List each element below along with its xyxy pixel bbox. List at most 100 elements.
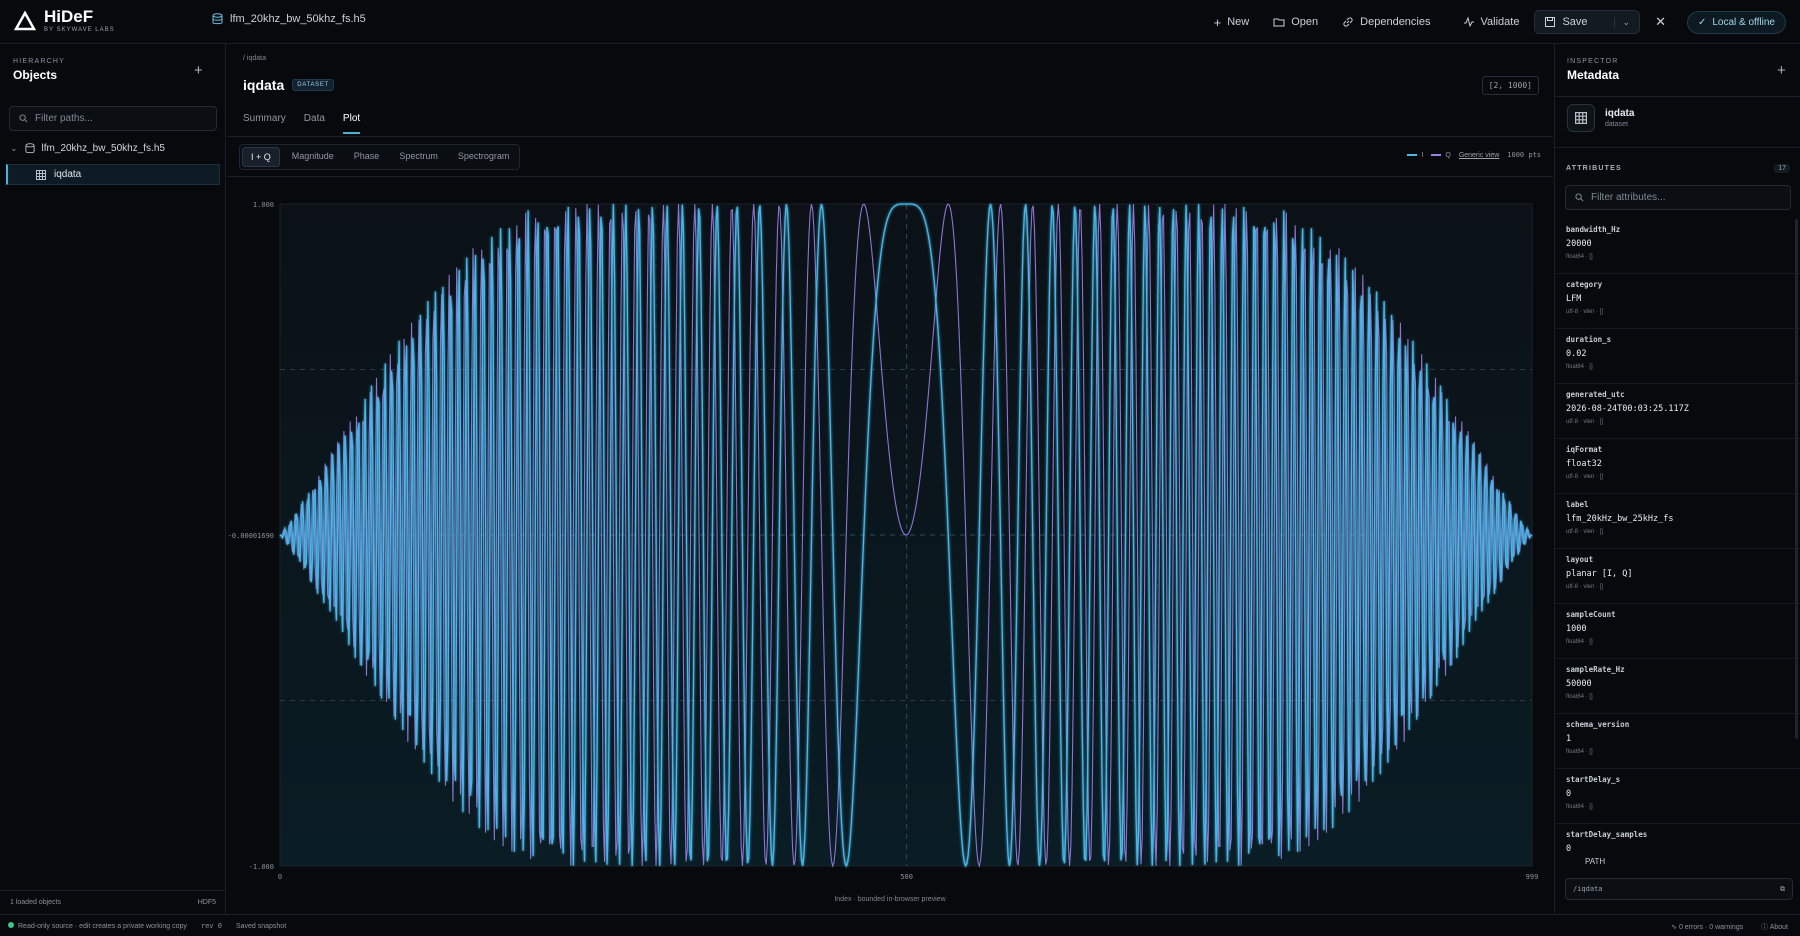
attribute-row[interactable]: layout planar [I, Q] utf-8 · vlen · []	[1555, 549, 1800, 604]
attribute-row[interactable]: schema_version 1 float64 · []	[1555, 714, 1800, 769]
inspector-title: Metadata	[1567, 68, 1620, 82]
iq-plot[interactable]: 1.000 -0.00001690 -1.000 0 500 999	[227, 179, 1553, 914]
table-icon	[1567, 104, 1595, 132]
inspector-section-label: INSPECTOR	[1567, 58, 1619, 65]
dependencies-label: Dependencies	[1360, 16, 1431, 28]
tree-dataset-node[interactable]: iqdata	[6, 164, 220, 185]
scrollbar[interactable]	[1795, 219, 1798, 739]
validate-button[interactable]: Validate	[1454, 10, 1529, 34]
readonly-label: Read-only source · edit creates a privat…	[18, 923, 187, 930]
attribute-value: 0.02	[1566, 349, 1587, 359]
y-tick-label: -0.00001690	[228, 532, 274, 540]
attribute-type: utf-8 · vlen · []	[1566, 474, 1604, 480]
attribute-list: bandwidth_Hz 20000 float64 · [] category LFM…	[1555, 219, 1800, 859]
divider	[1555, 96, 1800, 97]
copy-icon[interactable]: ⧉	[1780, 885, 1785, 894]
add-object-button[interactable]: +	[194, 62, 203, 79]
mode-label: Local & offline	[1712, 16, 1775, 28]
mode-pill[interactable]: ✓ Local & offline	[1686, 10, 1786, 34]
pulse-icon: ∿	[1671, 924, 1679, 931]
view-spectrum-button[interactable]: Spectrum	[391, 147, 446, 167]
tab-plot[interactable]: Plot	[342, 113, 361, 134]
close-icon: ✕	[1655, 14, 1666, 29]
hierarchy-panel: HIERARCHY Objects + Filter paths... ⌄ lf…	[0, 44, 226, 914]
view-iq-button[interactable]: I + Q	[242, 147, 280, 167]
open-button[interactable]: Open	[1264, 10, 1327, 34]
attribute-row[interactable]: startDelay_samples0float64 · []	[1555, 824, 1800, 859]
info-icon: ⓘ	[1761, 924, 1770, 931]
logo-icon	[14, 9, 36, 30]
legend-i-label: I	[1421, 151, 1424, 159]
object-name: iqdata	[1605, 108, 1635, 119]
attribute-row[interactable]: duration_s 0.02 float64 · []	[1555, 329, 1800, 384]
x-axis-caption: Index · bounded in-browser preview	[834, 896, 946, 903]
attribute-filter-input[interactable]: Filter attributes...	[1565, 185, 1791, 210]
tab-summary[interactable]: Summary	[243, 113, 286, 134]
new-label: New	[1227, 16, 1250, 28]
attribute-row[interactable]: bandwidth_Hz 20000 float64 · []	[1555, 219, 1800, 274]
tab-data[interactable]: Data	[304, 113, 325, 134]
attribute-type: float64 · []	[1566, 364, 1593, 370]
search-icon	[19, 114, 28, 123]
attribute-type: utf-8 · vlen · []	[1566, 419, 1604, 425]
new-button[interactable]: + New	[1205, 9, 1259, 36]
view-phase-button[interactable]: Phase	[346, 147, 388, 167]
attribute-type: utf-8 · vlen · []	[1566, 584, 1604, 590]
loaded-count: 1 loaded objects	[10, 899, 61, 906]
path-filter-input[interactable]: Filter paths...	[9, 106, 217, 131]
save-button[interactable]: Save ⌄	[1534, 10, 1641, 34]
path-filter-placeholder: Filter paths...	[35, 113, 93, 124]
attribute-value: 2026-08-24T00:03:25.117Z	[1566, 404, 1689, 414]
app-subtitle: BY SKYWAVE LABS	[44, 27, 115, 33]
attribute-type: utf-8 · vlen · []	[1566, 309, 1604, 315]
y-tick-label: -1.000	[249, 863, 274, 871]
x-tick-label: 999	[1526, 873, 1539, 881]
y-tick-label: 1.000	[253, 201, 274, 209]
check-icon: ✓	[1697, 16, 1707, 28]
view-magnitude-button[interactable]: Magnitude	[284, 147, 342, 167]
attribute-row[interactable]: sampleRate_Hz 50000 float64 · []	[1555, 659, 1800, 714]
point-count: 1000 pts	[1507, 151, 1541, 159]
path-label: PATH	[1585, 857, 1606, 866]
close-button[interactable]: ✕	[1646, 8, 1675, 36]
breadcrumb: / iqdata	[243, 55, 266, 62]
attribute-key: schema_version	[1566, 720, 1630, 729]
tree-file-node[interactable]: ⌄ lfm_20khz_bw_50khz_fs.h5	[10, 143, 165, 154]
attribute-row[interactable]: sampleCount 1000 float64 · []	[1555, 604, 1800, 659]
attribute-value: LFM	[1566, 294, 1582, 304]
attribute-row[interactable]: iqFormat float32 utf-8 · vlen · []	[1555, 439, 1800, 494]
table-icon	[36, 169, 46, 180]
app-logo: HiDeF BY SKYWAVE LABS	[14, 8, 115, 33]
attribute-key: startDelay_samples	[1566, 830, 1648, 839]
attribute-row[interactable]: label lfm_20kHz_bw_25kHz_fs utf-8 · vlen ·…	[1555, 494, 1800, 549]
divider	[227, 176, 1553, 177]
chevron-down-icon[interactable]: ⌄	[10, 143, 18, 154]
chevron-down-icon[interactable]: ⌄	[1613, 16, 1630, 28]
database-icon	[212, 13, 223, 25]
path-field[interactable]: /iqdata ⧉	[1565, 878, 1793, 900]
file-format: HDF5	[197, 899, 216, 906]
hierarchy-title: Objects	[13, 68, 58, 82]
attribute-row[interactable]: generated_utc 2026-08-24T00:03:25.117Z utf…	[1555, 384, 1800, 439]
attribute-row[interactable]: startDelay_s 0 float64 · []	[1555, 769, 1800, 824]
add-attribute-button[interactable]: +	[1777, 62, 1786, 79]
attribute-row[interactable]: category LFM utf-8 · vlen · []	[1555, 274, 1800, 329]
object-card: iqdata dataset	[1567, 104, 1634, 132]
dependencies-button[interactable]: Dependencies	[1333, 10, 1439, 34]
about-link[interactable]: ⓘ About	[1761, 922, 1788, 932]
attribute-key: category	[1566, 280, 1603, 289]
attribute-key: bandwidth_Hz	[1566, 225, 1621, 234]
x-tick-label: 500	[900, 873, 913, 881]
attribute-value: 1000	[1566, 624, 1587, 634]
generic-view-link[interactable]: Generic view	[1459, 152, 1499, 159]
file-tab-label: lfm_20khz_bw_50khz_fs.h5	[230, 13, 366, 25]
plot-view-selector: I + Q Magnitude Phase Spectrum Spectrogr…	[239, 144, 521, 170]
attribute-key: sampleCount	[1566, 610, 1616, 619]
validation-status[interactable]: ∿ 0 errors · 0 warnings	[1671, 923, 1743, 931]
attribute-value: planar [I, Q]	[1566, 569, 1633, 579]
tree-dataset-label: iqdata	[54, 169, 82, 180]
tree-file-label: lfm_20khz_bw_50khz_fs.h5	[41, 143, 165, 154]
view-spectrogram-button[interactable]: Spectrogram	[450, 147, 518, 167]
database-icon	[25, 143, 35, 154]
file-tab[interactable]: lfm_20khz_bw_50khz_fs.h5	[212, 13, 366, 25]
